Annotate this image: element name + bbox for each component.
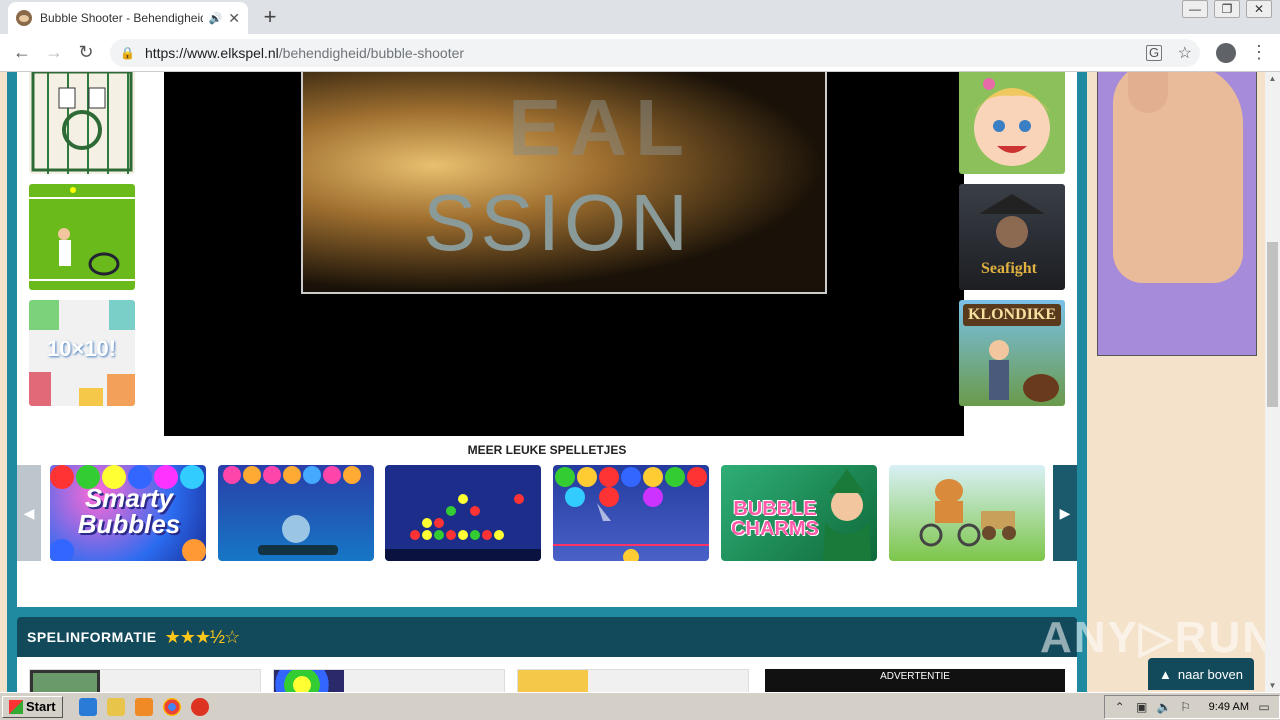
rating-stars[interactable]: ★★★½☆ — [165, 627, 241, 648]
carousel-item-bubble-game-4[interactable] — [553, 465, 709, 561]
game-thumb-seafight[interactable]: Seafight — [959, 184, 1065, 290]
ad-banner-thumbs-up[interactable] — [1097, 72, 1257, 356]
carousel-next-button[interactable]: ▶ — [1053, 465, 1077, 561]
browser-toolbar: ← → ↻ 🔒 https://www.elkspel.nl/behendigh… — [0, 34, 1280, 72]
show-desktop-icon[interactable]: ▭ — [1257, 700, 1271, 714]
system-tray: ⌃ ▣ 🔈 ⚐ 9:49 AM ▭ — [1103, 695, 1280, 719]
scrollbar-thumb[interactable] — [1267, 242, 1278, 407]
carousel-item-bubble-charms[interactable]: BUBBLE CHARMS — [721, 465, 877, 561]
windows-taskbar: Start ⌃ ▣ 🔈 ⚐ 9:49 AM ▭ — [0, 692, 1280, 720]
tab-close-icon[interactable]: ✕ — [228, 10, 240, 27]
related-game-thumb — [274, 670, 344, 692]
info-title: SPELINFORMATIE — [27, 629, 157, 645]
tenxten-label: 10×10! — [47, 336, 117, 361]
window-controls: — ❐ ✕ — [1182, 0, 1272, 18]
thumb-icon — [1128, 72, 1168, 113]
warning-app-icon[interactable] — [190, 697, 209, 716]
close-window-button[interactable]: ✕ — [1246, 0, 1272, 18]
ad-label: ADVERTENTIE — [880, 671, 950, 682]
video-text-line2: SSION — [423, 178, 692, 267]
bubbles-icon — [223, 466, 361, 555]
forward-button[interactable]: → — [38, 42, 70, 63]
site-favicon-icon — [16, 10, 32, 26]
reload-button[interactable]: ↻ — [70, 42, 102, 63]
related-game-thumb — [30, 670, 100, 692]
flag-icon[interactable]: ⚐ — [1179, 700, 1193, 714]
info-header: SPELINFORMATIE ★★★½☆ — [17, 617, 1077, 657]
related-game-card[interactable] — [517, 669, 749, 692]
clock[interactable]: 9:49 AM — [1209, 701, 1249, 713]
address-bar[interactable]: 🔒 https://www.elkspel.nl/behendigheid/bu… — [110, 39, 1200, 67]
translate-icon[interactable]: G — [1146, 45, 1162, 61]
bubbles-icon — [385, 494, 541, 561]
game-info-panel: SPELINFORMATIE ★★★½☆ ADVERTENTIE — [7, 607, 1087, 692]
prospector-icon — [989, 340, 1059, 402]
game-thumb-klondike[interactable]: KLONDIKE — [959, 300, 1065, 406]
game-thumb-tennis[interactable] — [29, 184, 135, 290]
tennis-player-icon — [29, 187, 135, 281]
anyrun-watermark: ANY▷RUN — [1040, 613, 1265, 662]
windows-logo-icon — [9, 699, 23, 714]
url-path: /behendigheid/bubble-shooter — [278, 45, 465, 61]
tab-strip: Bubble Shooter - Behendigheid 🔊 ✕ + — ❐ … — [0, 0, 1280, 34]
leprechaun-icon — [823, 469, 871, 561]
carousel-label: Smarty Bubbles — [77, 483, 181, 539]
game-thumb-10x10[interactable]: 10×10! — [29, 300, 135, 406]
carousel-item-smarty-bubbles[interactable]: Smarty Bubbles — [50, 465, 206, 561]
bubbles-icon — [553, 467, 709, 561]
lock-icon[interactable]: 🔒 — [120, 46, 135, 60]
tab-title: Bubble Shooter - Behendigheid — [40, 11, 203, 25]
carousel-prev-button[interactable]: ◀ — [17, 465, 41, 561]
back-to-top-button[interactable]: ▲ naar boven — [1148, 658, 1254, 690]
back-button[interactable]: ← — [6, 42, 38, 63]
related-game-card[interactable] — [29, 669, 261, 692]
carousel-item-cat-cart-game[interactable] — [889, 465, 1045, 561]
start-label: Start — [26, 699, 56, 714]
volume-icon[interactable]: 🔈 — [1157, 700, 1172, 714]
seafight-label: Seafight — [981, 260, 1037, 277]
cat-cart-icon — [919, 479, 1016, 547]
restore-button[interactable]: ❐ — [1214, 0, 1240, 18]
game-thumb-mahjong[interactable] — [29, 72, 135, 174]
minimize-button[interactable]: — — [1182, 0, 1208, 18]
carousel-item-bubble-game-2[interactable] — [218, 465, 374, 561]
game-video-player[interactable]: EAL SSION — [164, 72, 964, 436]
profile-avatar-icon[interactable] — [1216, 43, 1236, 63]
baby-face-icon — [974, 78, 1050, 166]
chrome-menu-icon[interactable]: ⋮ — [1250, 42, 1268, 63]
game-panel-inner: 10×10! EAL SSION Seafight KLONDIKE MEER … — [17, 72, 1077, 644]
video-frame: EAL SSION — [301, 72, 827, 294]
url-host: https://www.elkspel.nl — [144, 45, 279, 61]
quick-launch — [78, 697, 209, 716]
advertisement-slot[interactable]: ADVERTENTIE — [765, 669, 1065, 692]
new-tab-button[interactable]: + — [258, 4, 282, 30]
page-viewport: 10×10! EAL SSION Seafight KLONDIKE MEER … — [0, 72, 1265, 692]
related-game-card[interactable] — [273, 669, 505, 692]
network-icon[interactable]: ▣ — [1135, 700, 1149, 714]
caret-up-icon: ▲ — [1159, 666, 1172, 682]
scroll-down-icon[interactable]: ▼ — [1265, 681, 1280, 690]
back-to-top-label: naar boven — [1177, 666, 1243, 682]
more-games-label: MEER LEUKE SPELLETJES — [467, 443, 627, 457]
browser-tab[interactable]: Bubble Shooter - Behendigheid 🔊 ✕ — [8, 2, 248, 34]
info-body: ADVERTENTIE — [17, 657, 1077, 692]
bookmark-star-icon[interactable]: ☆ — [1178, 43, 1192, 63]
game-thumb-baby-hazel[interactable] — [959, 72, 1065, 174]
page-scrollbar[interactable]: ▲ ▼ — [1265, 72, 1280, 692]
mahjong-tiles-icon — [31, 72, 133, 172]
media-player-icon[interactable] — [134, 697, 153, 716]
internet-explorer-icon[interactable] — [78, 697, 97, 716]
chrome-taskbar-icon[interactable] — [162, 697, 181, 716]
game-panel: 10×10! EAL SSION Seafight KLONDIKE MEER … — [7, 72, 1087, 660]
folder-icon[interactable] — [106, 697, 125, 716]
speaker-icon[interactable]: 🔊 — [209, 12, 223, 25]
scroll-up-icon[interactable]: ▲ — [1265, 74, 1280, 83]
related-game-thumb — [518, 670, 588, 692]
tray-expand-icon[interactable]: ⌃ — [1113, 700, 1127, 714]
video-text-line1: EAL — [508, 83, 692, 172]
carousel-item-bubble-game-3[interactable] — [385, 465, 541, 561]
start-button[interactable]: Start — [2, 695, 63, 718]
